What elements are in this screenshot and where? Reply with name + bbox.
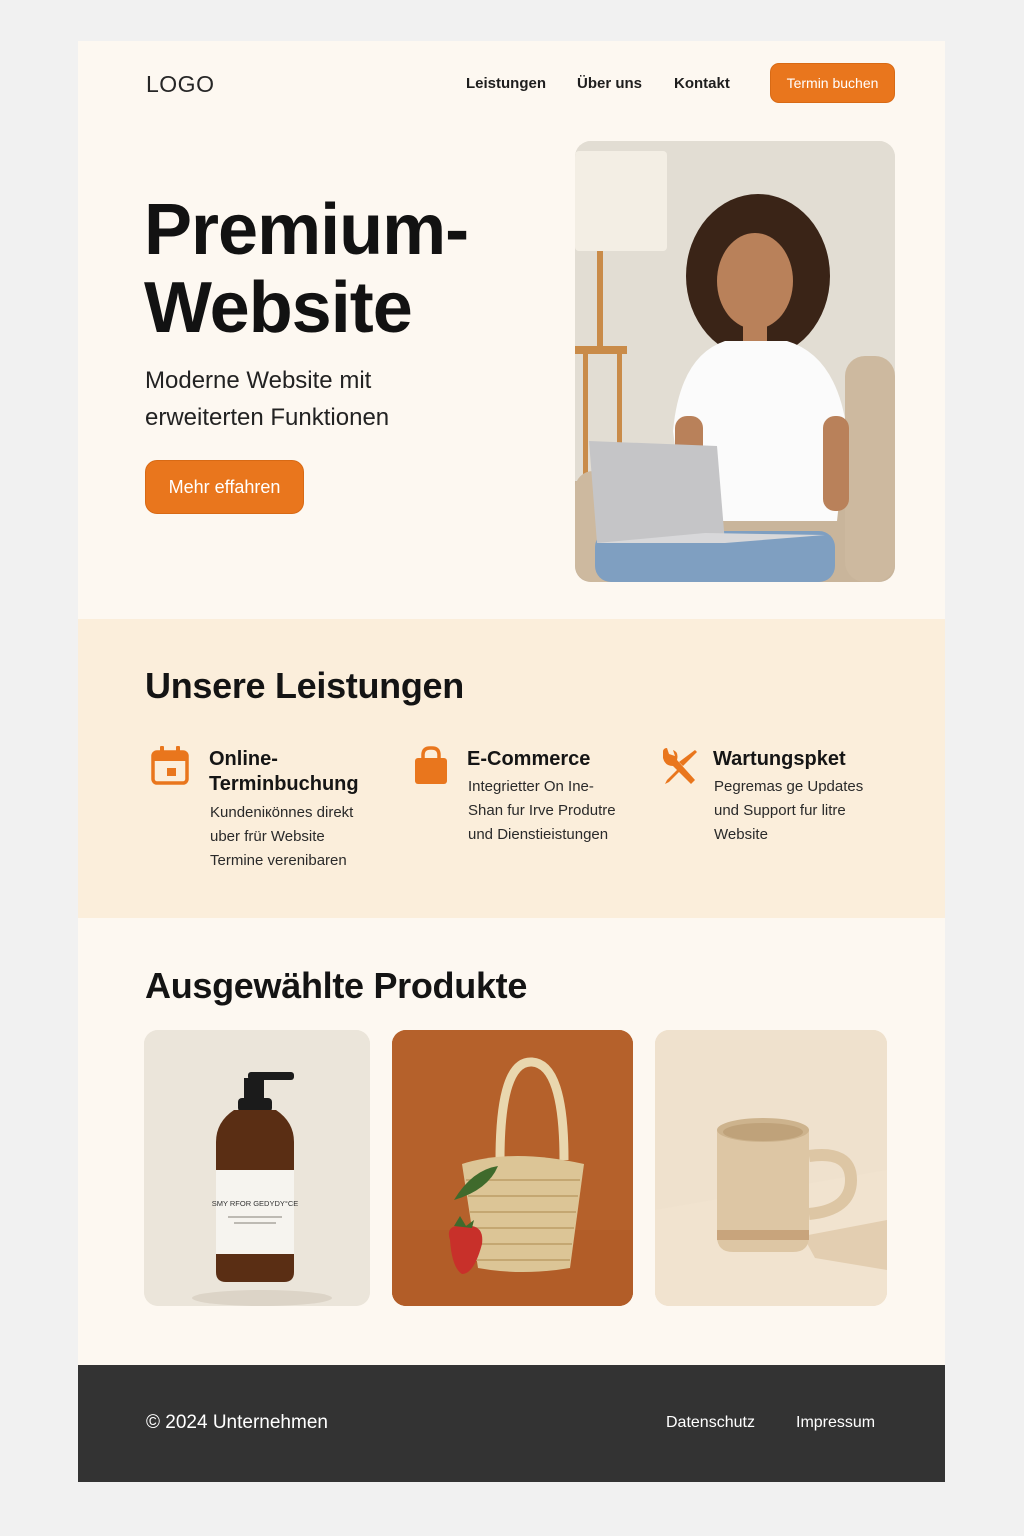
ceramic-mug-photo [655, 1030, 887, 1306]
nav-link-kontakt[interactable]: Kontakt [674, 75, 730, 92]
footer: © 2024 Unternehmen Datenschutz Impressum [78, 1365, 945, 1482]
nav-link-leistungen[interactable]: Leistungen [466, 75, 546, 92]
copyright: © 2024 Unternehmen [146, 1412, 328, 1433]
footer-link-impressum[interactable]: Impressum [796, 1414, 875, 1432]
shopping-bag-icon [411, 745, 451, 785]
amber-pump-bottle-photo: SMY RFOR GEDYDY°CE [144, 1030, 370, 1306]
service-desc-booking: Kundeniкönnes direkt uber frür Website T… [210, 804, 354, 869]
book-appointment-button[interactable]: Termin buchen [770, 63, 895, 103]
service-title-booking: Online-Terminbuchung [209, 748, 359, 795]
service-title-ecommerce: E-Commerce [467, 748, 591, 770]
product-card-basket[interactable] [392, 1030, 633, 1306]
tools-icon [659, 746, 699, 786]
hero-title-line1: Premium- [144, 190, 469, 270]
calendar-icon [150, 745, 190, 785]
hero-title: Premium- Website [144, 191, 524, 347]
products-title: Ausgewählte Produkte [145, 965, 528, 1006]
footer-link-datenschutz[interactable]: Datenschutz [666, 1414, 755, 1432]
learn-more-button[interactable]: Mehr effahren [145, 460, 304, 514]
service-desc-maintenance: Pegremas ge Updates und Support fur litr… [714, 778, 864, 843]
hero-title-line2: Website [144, 268, 413, 348]
logo[interactable]: LOGO [146, 71, 214, 98]
woven-basket-bag-photo [392, 1030, 633, 1306]
nav-link-ueber-uns[interactable]: Über uns [577, 75, 642, 92]
services-title: Unsere Leistungen [145, 665, 464, 706]
product-card-mug[interactable] [655, 1030, 887, 1306]
service-desc-ecommerce: Integrietter On Ine-Shan fur Irve Produt… [468, 778, 616, 843]
service-title-maintenance: Wartungspket [713, 748, 846, 770]
page: LOGO Leistungen Über uns Kontakt Termin … [78, 41, 945, 1482]
bottle-label-text: SMY RFOR GEDYDY°CE [212, 1199, 299, 1208]
hero-subtitle: Moderne Website mit erweiterten Funktion… [145, 367, 390, 431]
product-card-bottle[interactable]: SMY RFOR GEDYDY°CE [144, 1030, 370, 1306]
woman-with-laptop-photo [575, 141, 895, 582]
services-section: Unsere Leistungen Online-Terminbuchung K… [78, 619, 945, 918]
